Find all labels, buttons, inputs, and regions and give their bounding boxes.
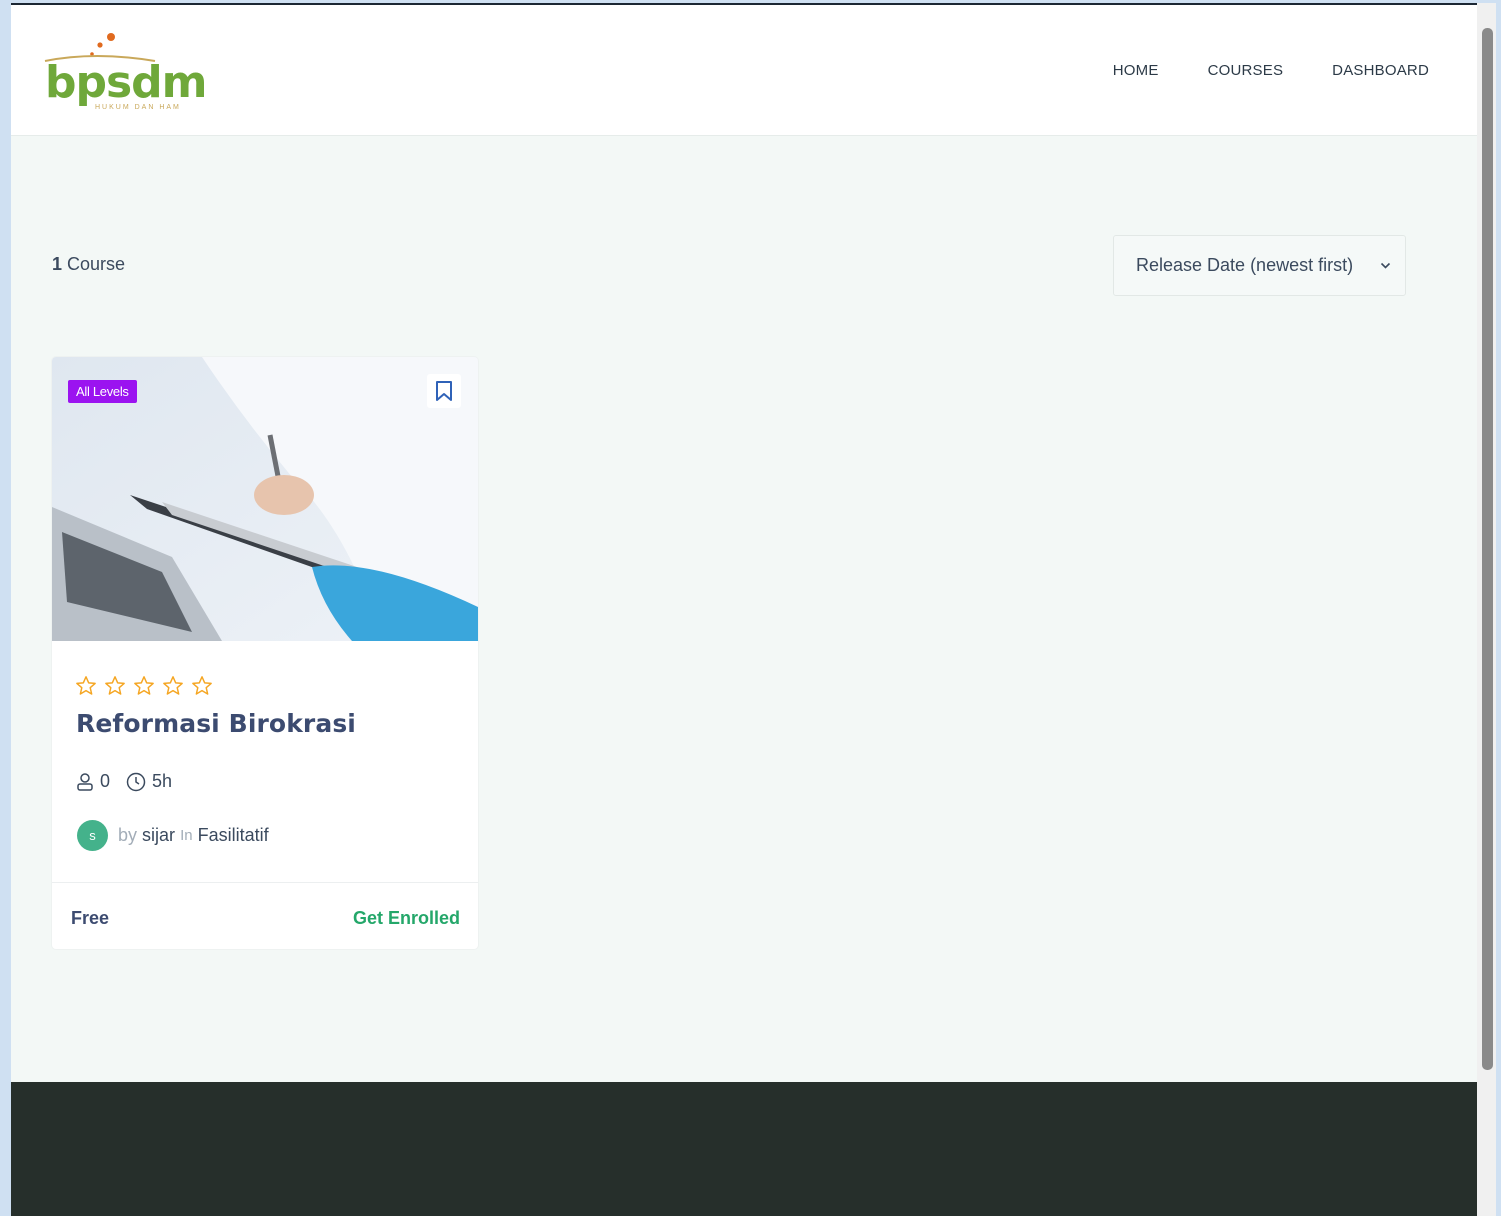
main-nav: HOME COURSES DASHBOARD xyxy=(1113,62,1429,79)
star-icon xyxy=(192,676,212,695)
user-icon xyxy=(77,772,93,791)
sort-select[interactable]: Release Date (newest first) xyxy=(1113,235,1406,296)
star-icon xyxy=(163,676,183,695)
course-card: All Levels Reformasi Birokrasi 0 5h s by… xyxy=(52,357,478,949)
nav-courses[interactable]: COURSES xyxy=(1208,62,1284,79)
level-badge: All Levels xyxy=(68,380,137,403)
course-count: 1 Course xyxy=(52,254,125,275)
avatar[interactable]: s xyxy=(77,820,108,851)
student-count: 0 xyxy=(100,771,111,791)
clock-icon xyxy=(126,772,146,791)
course-count-number: 1 xyxy=(52,254,63,274)
course-count-label: Course xyxy=(67,254,126,274)
category-link[interactable]: Fasilitatif xyxy=(198,825,269,846)
nav-home[interactable]: HOME xyxy=(1113,62,1159,79)
author-link[interactable]: sijar xyxy=(142,825,175,846)
course-meta: 0 5h xyxy=(76,771,182,792)
nav-dashboard[interactable]: DASHBOARD xyxy=(1332,62,1429,79)
chevron-down-icon xyxy=(1380,262,1391,269)
browser-viewport: bpsdm HUKUM DAN HAM HOME COURSES DASHBOA… xyxy=(11,3,1477,1216)
scrollbar-thumb[interactable] xyxy=(1482,28,1493,1070)
course-duration: 5h xyxy=(152,771,173,791)
logo-wordmark: bpsdm xyxy=(45,57,208,108)
card-divider xyxy=(52,882,478,883)
site-header: bpsdm HUKUM DAN HAM HOME COURSES DASHBOA… xyxy=(11,5,1477,136)
by-label: by xyxy=(118,825,138,845)
bookmark-icon xyxy=(436,381,452,401)
site-footer xyxy=(11,1082,1477,1216)
bpsdm-logo[interactable]: bpsdm HUKUM DAN HAM xyxy=(35,27,208,117)
logo-subtitle: HUKUM DAN HAM xyxy=(95,104,181,111)
course-title[interactable]: Reformasi Birokrasi xyxy=(76,709,356,738)
course-price: Free xyxy=(71,908,110,928)
bookmark-button[interactable] xyxy=(427,374,461,408)
star-icon xyxy=(76,676,96,695)
get-enrolled-button[interactable]: Get Enrolled xyxy=(353,908,460,929)
star-icon xyxy=(134,676,154,695)
rating-stars xyxy=(75,675,213,696)
in-label: In xyxy=(180,827,193,844)
course-author-row: s by sijar In Fasilitatif xyxy=(77,820,269,851)
sort-selected-value: Release Date (newest first) xyxy=(1136,255,1354,275)
star-icon xyxy=(105,676,125,695)
